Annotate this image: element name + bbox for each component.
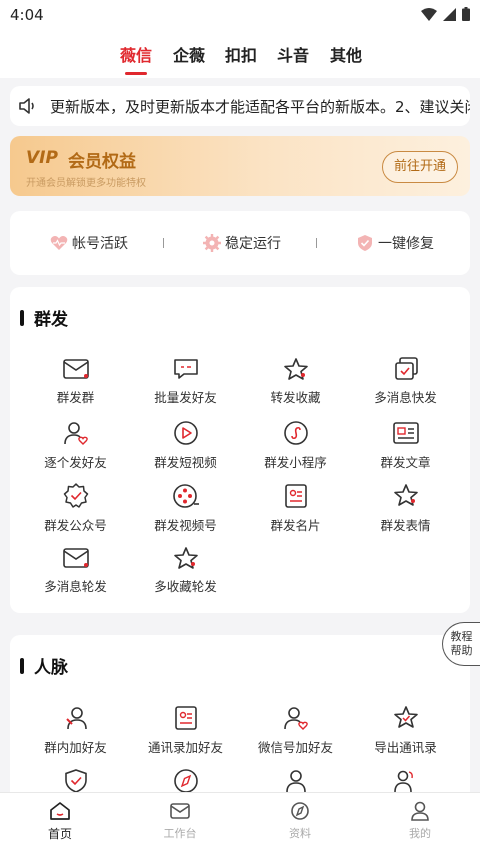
speaker-icon xyxy=(19,98,34,114)
star-icon xyxy=(173,547,198,569)
section-header: 群发 xyxy=(20,305,68,330)
vip-subtitle: 开通会员解锁更多功能特权 xyxy=(26,178,146,189)
user-icon xyxy=(411,801,429,821)
feature-wxid-add[interactable]: 微信号加好友 xyxy=(238,705,353,767)
user-heart-icon xyxy=(63,422,88,445)
feature-batch-friends[interactable]: 批量发好友 xyxy=(128,357,243,419)
mini-program-icon xyxy=(283,421,308,445)
feature-contacts-add[interactable]: 通讯录加好友 xyxy=(128,705,243,767)
layers-icon xyxy=(394,357,418,380)
feature-export-contacts[interactable]: 导出通讯录 xyxy=(348,705,463,767)
compass-icon xyxy=(291,802,309,820)
shield-check-icon xyxy=(64,769,87,793)
vip-open-button[interactable]: 前往开通 xyxy=(382,151,458,183)
vip-title: 会员权益 xyxy=(68,152,136,172)
status-bar: 4:04 xyxy=(0,0,480,30)
contacts-book-icon xyxy=(174,706,197,730)
status-stable[interactable]: 稳定运行 xyxy=(203,233,281,253)
tab-weixin[interactable]: 薇信 xyxy=(120,42,152,66)
article-icon xyxy=(392,422,419,444)
status-label: 帐号活跃 xyxy=(72,236,128,252)
feature-official-account[interactable]: 群发公众号 xyxy=(18,483,133,545)
section-marker xyxy=(20,309,24,326)
nav-resources[interactable]: 资料 xyxy=(240,801,360,841)
feature-article[interactable]: 群发文章 xyxy=(348,420,463,482)
feature-multi-quick[interactable]: 多消息快发 xyxy=(348,357,463,419)
nav-mine[interactable]: 我的 xyxy=(360,801,480,841)
clock: 4:04 xyxy=(10,6,44,24)
tab-douyin[interactable]: 斗音 xyxy=(277,42,309,66)
battery-icon xyxy=(462,7,470,21)
chat-bubble-icon xyxy=(173,359,198,379)
tab-koukou[interactable]: 扣扣 xyxy=(225,42,257,66)
gear-icon xyxy=(203,234,221,252)
divider xyxy=(316,238,317,248)
nav-workbench[interactable]: 工作台 xyxy=(120,801,240,841)
home-icon xyxy=(50,802,70,820)
user-heart-icon xyxy=(283,707,308,730)
wifi-icon xyxy=(421,7,437,21)
play-circle-icon xyxy=(173,421,198,445)
notice-bar[interactable]: 更新版本，及时更新版本才能适配各平台的新版本。2、建议关闭 xyxy=(10,86,470,126)
card-icon xyxy=(284,484,307,508)
tutorial-help-button[interactable]: 教程 帮助 xyxy=(442,622,480,666)
mail-icon xyxy=(170,803,190,819)
user-icon xyxy=(285,770,306,793)
vip-banner[interactable]: VIP 会员权益 开通会员解锁更多功能特权 前往开通 xyxy=(10,136,470,196)
section-header: 人脉 xyxy=(20,653,68,678)
system-icons xyxy=(421,7,470,21)
top-tabs: 薇信 企薇 扣扣 斗音 其他 xyxy=(0,30,480,78)
mail-icon xyxy=(62,359,89,379)
feature-sticker[interactable]: 群发表情 xyxy=(348,483,463,545)
section-marker xyxy=(20,657,24,674)
contacts-card: 人脉 群内加好友 通讯录加好友 微信号加好友 导出通讯录 xyxy=(10,635,470,805)
star-icon xyxy=(283,358,308,380)
feature-business-card[interactable]: 群发名片 xyxy=(238,483,353,545)
tab-other[interactable]: 其他 xyxy=(330,42,362,66)
notice-text: 更新版本，及时更新版本才能适配各平台的新版本。2、建议关闭 xyxy=(50,98,470,116)
shield-check-icon xyxy=(358,235,372,251)
mail-icon xyxy=(62,548,89,568)
tab-qiwei[interactable]: 企薇 xyxy=(173,42,205,66)
star-export-icon xyxy=(393,706,418,728)
user-add-icon xyxy=(65,707,87,730)
feature-mass-group[interactable]: 群发群 xyxy=(18,357,133,419)
divider xyxy=(163,238,164,248)
status-active[interactable]: 帐号活跃 xyxy=(50,233,128,253)
compass-icon xyxy=(173,769,198,793)
mass-send-card: 群发 群发群 批量发好友 转发收藏 多消息快发 逐个发好友 群发短视频 群发小程… xyxy=(10,287,470,613)
nav-home[interactable]: 首页 xyxy=(0,801,120,842)
users-icon xyxy=(393,770,413,793)
status-repair[interactable]: 一键修复 xyxy=(356,233,434,253)
feature-video-channel[interactable]: 群发视频号 xyxy=(128,483,243,545)
section-title: 人脉 xyxy=(34,658,68,678)
feature-mini-program[interactable]: 群发小程序 xyxy=(238,420,353,482)
badge-check-icon xyxy=(63,483,88,508)
status-label: 一键修复 xyxy=(378,236,434,252)
feature-favorites-rotate[interactable]: 多收藏轮发 xyxy=(128,546,243,608)
feature-one-by-one[interactable]: 逐个发好友 xyxy=(18,420,133,482)
vip-logo: VIP xyxy=(26,148,58,168)
active-tab-indicator xyxy=(125,72,147,75)
heart-pulse-icon xyxy=(50,236,68,250)
status-label: 稳定运行 xyxy=(225,236,281,252)
feature-forward-favorites[interactable]: 转发收藏 xyxy=(238,357,353,419)
film-reel-icon xyxy=(172,484,199,508)
account-status-card: 帐号活跃 稳定运行 一键修复 xyxy=(10,211,470,275)
feature-multi-rotate[interactable]: 多消息轮发 xyxy=(18,546,133,608)
feature-short-video[interactable]: 群发短视频 xyxy=(128,420,243,482)
feature-group-add-friends[interactable]: 群内加好友 xyxy=(18,705,133,767)
bottom-nav: 首页 工作台 资料 我的 xyxy=(0,792,480,854)
star-icon xyxy=(393,484,418,506)
section-title: 群发 xyxy=(34,310,68,330)
signal-icon xyxy=(443,7,456,21)
